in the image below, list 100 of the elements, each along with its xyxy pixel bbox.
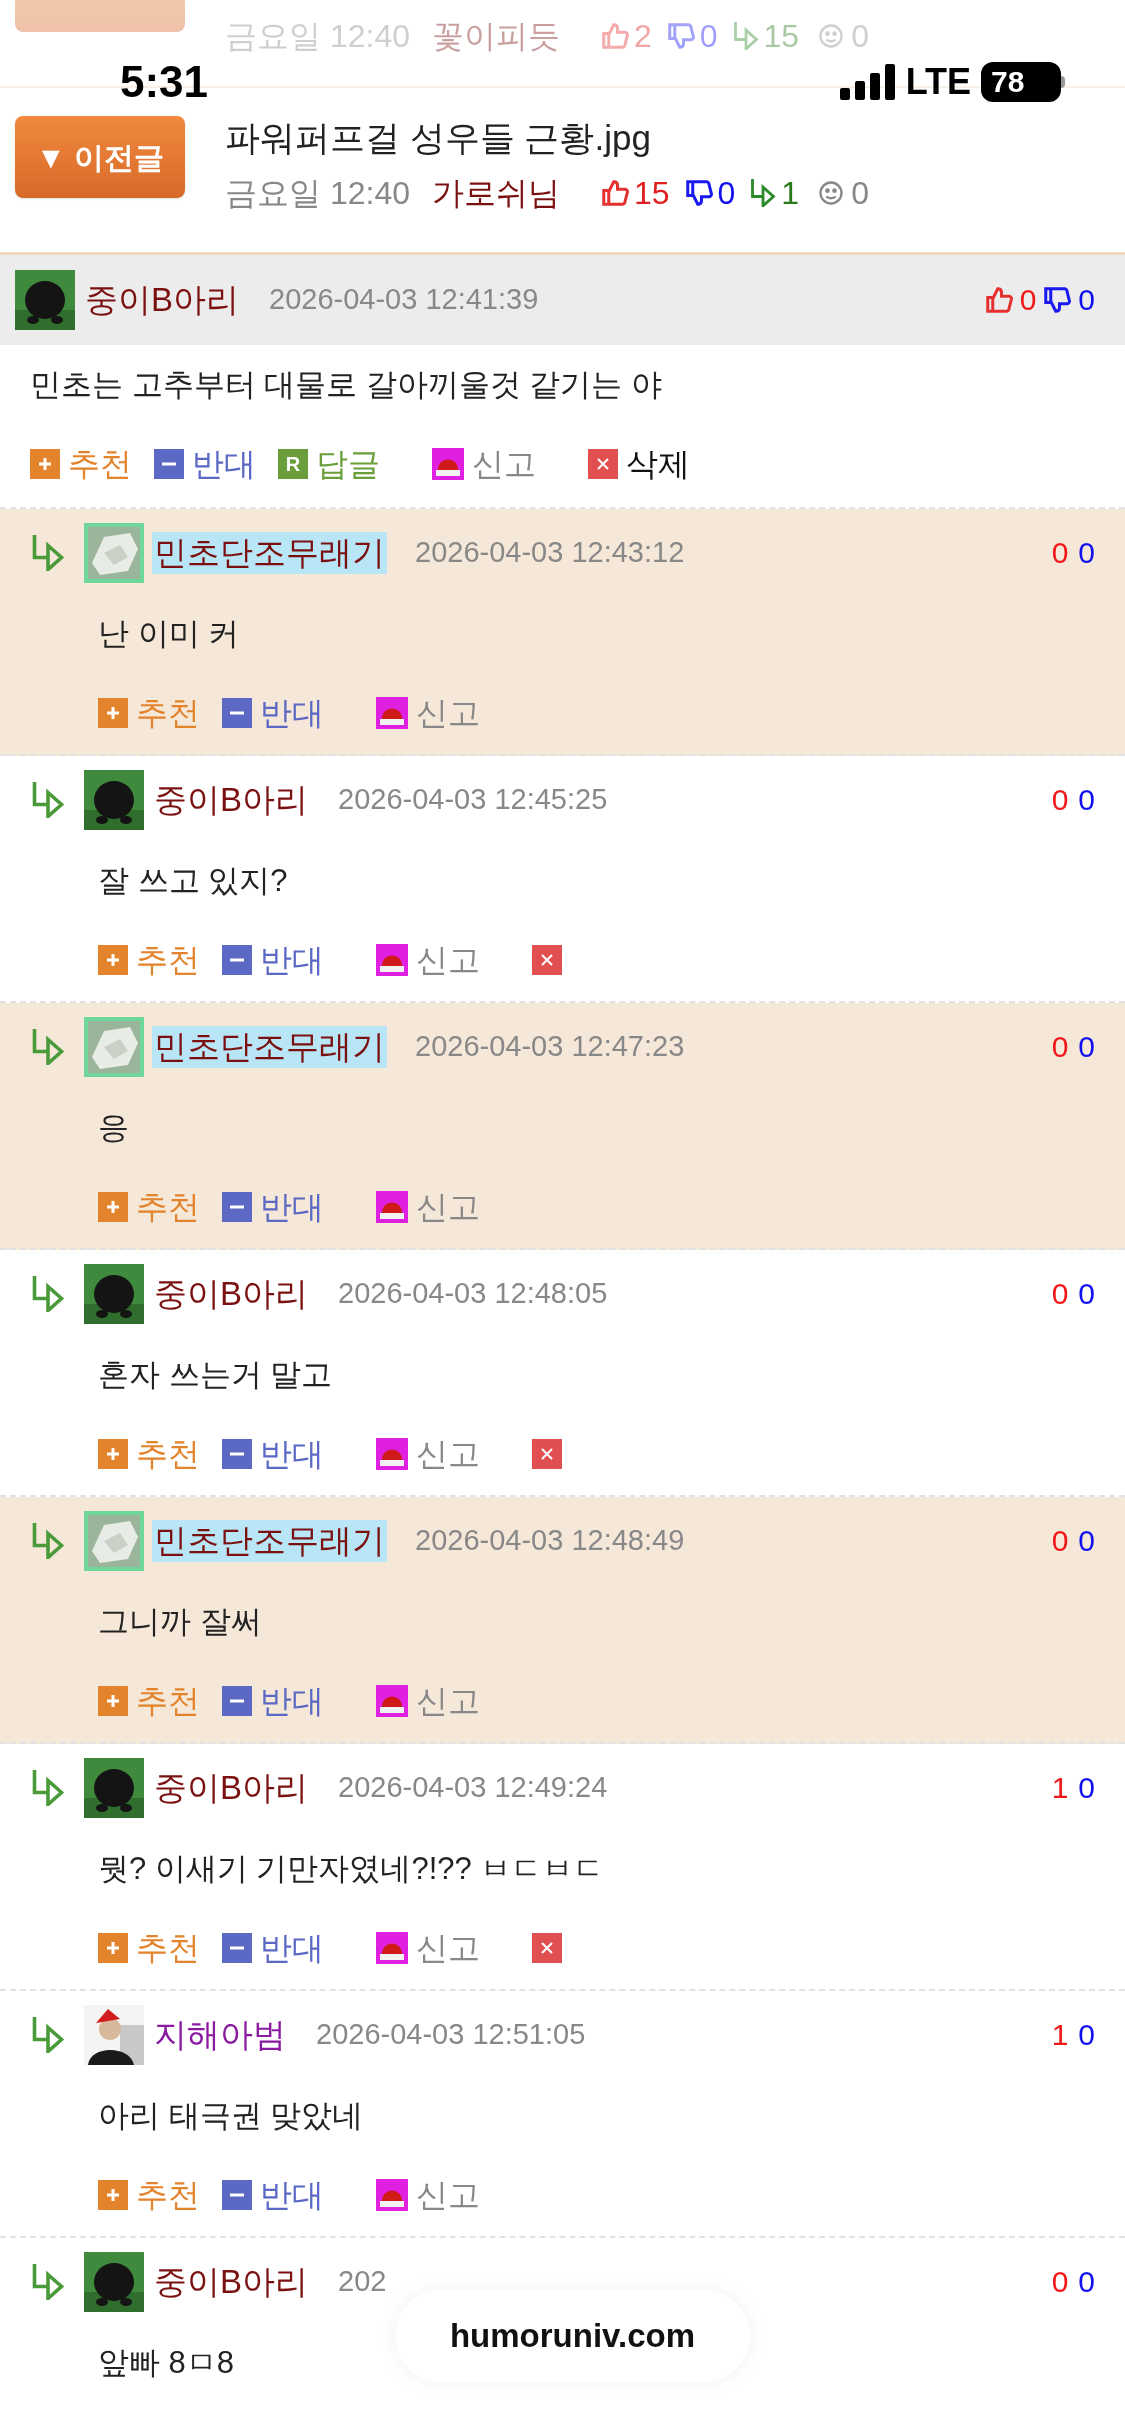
report-button[interactable]: 신고	[416, 1932, 480, 1964]
oppose-button[interactable]: 반대	[260, 944, 324, 976]
post-author[interactable]: 가로쉬님	[431, 177, 560, 209]
recommend-button[interactable]: 추천	[136, 944, 200, 976]
commenter-name[interactable]: 중이B아리	[152, 2261, 310, 2303]
post-date: 금요일 12:40	[225, 177, 410, 209]
plus-icon	[98, 2180, 128, 2210]
previous-post-button[interactable]: ▼ 이전글	[15, 116, 185, 198]
commenter-name[interactable]: 중이B아리	[152, 1767, 310, 1809]
dislike-count: 0	[1078, 2267, 1095, 2297]
comment-text: 앞빠 8ㅁ8	[98, 2343, 235, 2382]
oppose-button[interactable]: 반대	[260, 1685, 324, 1717]
like-count: 0	[1051, 2267, 1069, 2297]
plus-icon	[98, 945, 128, 975]
oppose-button[interactable]: 반대	[192, 448, 256, 480]
reply-button[interactable]: 답글	[316, 448, 380, 480]
plus-icon	[30, 449, 60, 479]
report-button[interactable]: 신고	[416, 697, 480, 729]
delete-button[interactable]: 삭제	[626, 448, 690, 480]
plus-icon	[98, 698, 128, 728]
reply-arrow-icon	[30, 535, 66, 571]
like-count: 0	[1051, 538, 1069, 568]
comment-date: 2026-04-03 12:48:05	[338, 1276, 608, 1312]
delete-icon[interactable]	[532, 1439, 562, 1469]
like-count: 0	[1051, 785, 1069, 815]
avatar	[84, 2252, 144, 2312]
reply-arrow-icon	[749, 179, 778, 207]
reply-arrow-icon	[731, 22, 760, 50]
reply-arrow-icon	[30, 1523, 66, 1559]
minus-icon	[222, 698, 252, 728]
recommend-button[interactable]: 추천	[136, 1191, 200, 1223]
dislike-count: 0	[699, 20, 718, 52]
avatar	[84, 770, 144, 830]
siren-icon	[376, 2179, 408, 2211]
reply-arrow-icon	[30, 1029, 66, 1065]
status-time: 5:31	[120, 60, 209, 104]
dislike-count: 0	[1078, 1773, 1095, 1803]
post-title[interactable]: 파워퍼프걸 성우들 근황.jpg	[225, 120, 869, 155]
siren-icon	[376, 1932, 408, 1964]
siren-icon	[376, 697, 408, 729]
smiley-icon	[817, 179, 846, 207]
delete-icon[interactable]	[588, 449, 618, 479]
commenter-name[interactable]: 민초단조무래기	[152, 1026, 387, 1068]
siren-icon	[376, 1191, 408, 1223]
avatar	[15, 270, 75, 330]
commenter-name[interactable]: 중이B아리	[152, 779, 310, 821]
comment-date: 2026-04-03 12:43:12	[415, 535, 685, 571]
thumbs-down-icon	[683, 178, 714, 208]
comment-text: 민초는 고추부터 대물로 갈아끼울것 같기는 야	[30, 365, 663, 404]
thumbs-down-icon	[1042, 285, 1073, 315]
comment-date: 2026-04-03 12:45:25	[338, 782, 608, 818]
report-button[interactable]: 신고	[416, 1438, 480, 1470]
oppose-button[interactable]: 반대	[260, 1438, 324, 1470]
dislike-count: 0	[1078, 785, 1095, 815]
recommend-button[interactable]: 추천	[68, 448, 132, 480]
reply-arrow-icon	[30, 2017, 66, 2053]
minus-icon	[222, 1933, 252, 1963]
report-button[interactable]: 신고	[416, 944, 480, 976]
like-count: 15	[633, 177, 670, 209]
reply-arrow-icon	[30, 2264, 66, 2300]
commenter-name[interactable]: 민초단조무래기	[152, 1520, 387, 1562]
commenter-name[interactable]: 민초단조무래기	[152, 532, 387, 574]
report-button[interactable]: 신고	[472, 448, 536, 480]
comment-date: 202	[338, 2264, 387, 2300]
minus-icon	[222, 2180, 252, 2210]
dislike-count: 0	[717, 177, 736, 209]
oppose-button[interactable]: 반대	[260, 2179, 324, 2211]
commenter-name[interactable]: 중이B아리	[85, 275, 239, 325]
network-label: LTE	[905, 64, 971, 100]
recommend-button[interactable]: 추천	[136, 2179, 200, 2211]
reply-count: 1	[781, 177, 800, 209]
recommend-button[interactable]: 추천	[136, 697, 200, 729]
url-toast: humoruniv.com	[395, 2290, 750, 2382]
minus-icon	[222, 1192, 252, 1222]
oppose-button[interactable]: 반대	[260, 1191, 324, 1223]
avatar	[84, 2005, 144, 2065]
oppose-button[interactable]: 반대	[260, 1932, 324, 1964]
delete-icon[interactable]	[532, 945, 562, 975]
view-count: 0	[851, 177, 869, 209]
signal-icon	[839, 64, 896, 100]
recommend-button[interactable]: 추천	[136, 1438, 200, 1470]
oppose-button[interactable]: 반대	[260, 697, 324, 729]
like-count: 1	[1051, 1773, 1069, 1803]
comment-text: 응	[98, 1108, 129, 1147]
comment-date: 2026-04-03 12:51:05	[316, 2017, 586, 2053]
report-button[interactable]: 신고	[416, 1191, 480, 1223]
recommend-button[interactable]: 추천	[136, 1685, 200, 1717]
report-button[interactable]: 신고	[416, 2179, 480, 2211]
avatar	[84, 1511, 144, 1571]
report-button[interactable]: 신고	[416, 1685, 480, 1717]
siren-icon	[376, 1685, 408, 1717]
thumbs-down-icon	[665, 21, 696, 51]
commenter-name[interactable]: 지해아범	[152, 2014, 288, 2056]
delete-icon[interactable]	[532, 1933, 562, 1963]
like-count: 0	[1051, 1032, 1069, 1062]
plus-icon	[98, 1439, 128, 1469]
siren-icon	[376, 944, 408, 976]
commenter-name[interactable]: 중이B아리	[152, 1273, 310, 1315]
recommend-button[interactable]: 추천	[136, 1932, 200, 1964]
comment-date: 2026-04-03 12:41:39	[269, 282, 539, 318]
